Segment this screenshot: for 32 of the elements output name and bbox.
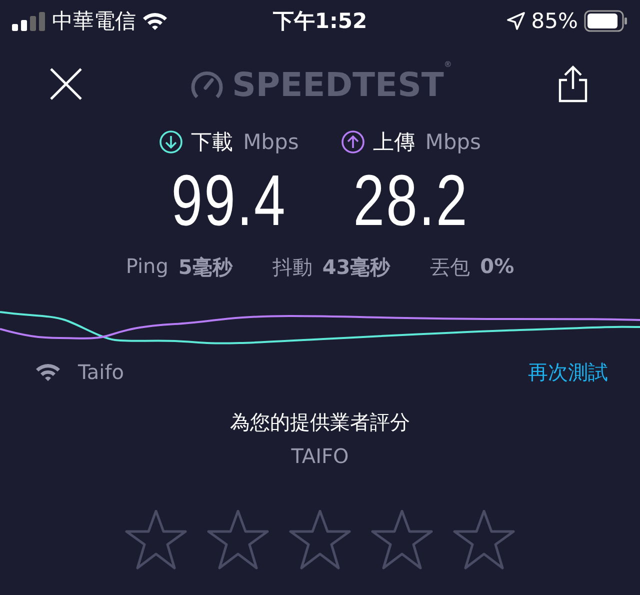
close-button[interactable]	[48, 66, 84, 102]
star-icon[interactable]	[289, 510, 351, 570]
speed-unit: Mbps	[425, 130, 481, 154]
metric-value: 43毫秒	[322, 254, 390, 280]
metric-label: 抖動	[272, 254, 312, 280]
wifi-icon	[142, 11, 168, 31]
signal-icon	[12, 11, 46, 31]
battery-percent: 85%	[531, 9, 578, 33]
rating-prompt: 為您的提供業者評分	[230, 409, 410, 436]
share-button[interactable]	[558, 65, 588, 103]
carrier-name: 中華電信	[52, 8, 136, 35]
download-speed: 99.4	[171, 160, 287, 242]
star-icon[interactable]	[207, 510, 269, 570]
test-again-link[interactable]: 再次測試	[528, 358, 608, 386]
download-label: 下載	[191, 129, 234, 156]
metric-value: 5毫秒	[178, 254, 232, 280]
upload-speed: 28.2	[353, 160, 469, 242]
star-icon[interactable]	[125, 510, 187, 570]
star-icon[interactable]	[371, 510, 433, 570]
gauge-icon	[190, 69, 224, 99]
battery-icon	[584, 10, 628, 32]
metric-value: 0%	[480, 254, 514, 280]
provider-name: TAIFO	[291, 443, 349, 470]
upload-label: 上傳	[373, 129, 416, 156]
star-icon[interactable]	[453, 510, 515, 570]
speed-unit: Mbps	[243, 130, 299, 154]
metric-label: 丟包	[430, 254, 470, 280]
metric-label: Ping	[126, 254, 168, 280]
clock-time: 下午1:52	[272, 9, 368, 33]
wifi-icon	[34, 362, 62, 382]
location-arrow-icon	[507, 12, 526, 30]
network-name: Taifo	[78, 360, 124, 384]
